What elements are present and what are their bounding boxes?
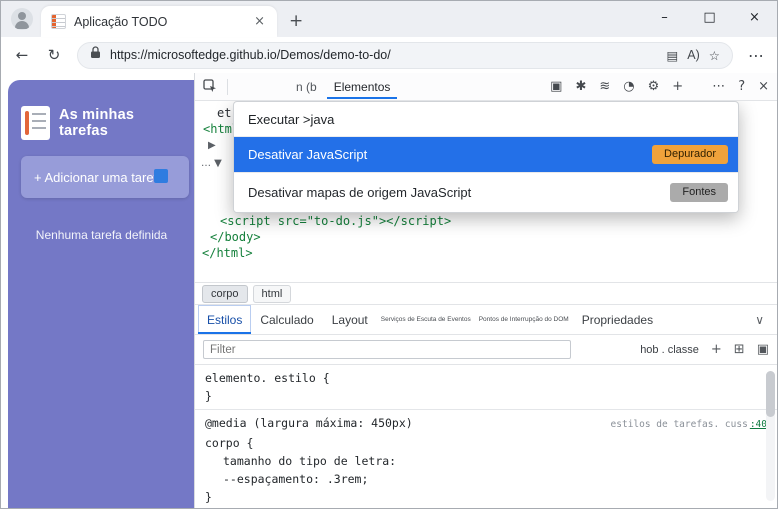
url-text[interactable]: https://microsoftedge.github.io/Demos/de… bbox=[110, 48, 657, 62]
new-style-rule-icon[interactable]: + bbox=[711, 342, 722, 357]
issues-icon[interactable]: ✱ bbox=[575, 80, 586, 93]
navigation-toolbar: ← ↻ https://microsoftedge.github.io/Demo… bbox=[1, 37, 777, 73]
css-property-spacing[interactable]: --espaçamento: .3rem; bbox=[195, 470, 777, 488]
avatar-head bbox=[18, 12, 26, 20]
command-menu: Executar >java Desativar JavaScript Depu… bbox=[233, 101, 739, 213]
styles-pane-tabs: Estilos Calculado Layout Serviços de Esc… bbox=[195, 305, 777, 335]
add-panel-icon[interactable]: + bbox=[672, 80, 683, 93]
stylesheet-source-link: estilos de tarefas. cuss :40 bbox=[611, 417, 767, 433]
app-title: As minhas tarefas bbox=[59, 107, 135, 139]
collapse-arrow-icon[interactable]: … ▼ bbox=[201, 158, 222, 169]
dom-node[interactable]: et bbox=[217, 106, 231, 120]
favorites-star-icon[interactable]: ☆ bbox=[709, 48, 720, 63]
devtools-toolbar-icons: ▣ ✱ ≋ ◔ ⚙ + ⋯ ? × bbox=[550, 80, 769, 93]
expand-arrow-icon[interactable]: ▶ bbox=[208, 140, 216, 151]
elements-tree: et <html ▶ … ▼ <script src="to-do.js"></… bbox=[195, 101, 777, 283]
stylesheet-file-name[interactable]: estilos de tarefas. cuss bbox=[611, 417, 748, 433]
command-item-disable-sourcemaps[interactable]: Desativar mapas de origem JavaScript Fon… bbox=[234, 172, 738, 212]
lock-icon[interactable] bbox=[90, 46, 101, 64]
inspect-marker-badge bbox=[154, 169, 168, 183]
toolbar-divider bbox=[227, 78, 228, 95]
styles-pane: elemento. estilo { } @media (largura máx… bbox=[195, 365, 777, 508]
network-conditions-icon[interactable]: ≋ bbox=[599, 80, 610, 93]
pseudo-class-toggle[interactable]: hob . classe bbox=[640, 344, 699, 356]
command-item-label: Desativar JavaScript bbox=[248, 147, 368, 162]
empty-tasks-message: Nenhuma tarefa definida bbox=[35, 228, 168, 242]
debugger-badge: Depurador bbox=[652, 145, 728, 164]
tab-dom-breakpoints[interactable]: Pontos de Interrupção do DOM bbox=[475, 305, 573, 334]
sources-badge: Fontes bbox=[670, 183, 728, 202]
media-query-text[interactable]: @media (largura máxima: 450px) bbox=[205, 415, 413, 431]
dom-node-body-close[interactable]: </body> bbox=[210, 230, 261, 244]
window-controls: – □ × bbox=[642, 1, 777, 33]
browser-window: Aplicação TODO × + – □ × ← ↻ https://mic… bbox=[0, 0, 778, 509]
stylesheet-line-link[interactable]: :40 bbox=[750, 417, 767, 433]
device-emulation-icon[interactable]: ▣ bbox=[550, 80, 562, 93]
dom-breadcrumb: corpo html bbox=[195, 283, 777, 305]
tab-favicon-icon bbox=[51, 14, 66, 29]
maximize-button[interactable]: □ bbox=[687, 1, 732, 33]
styles-scrollbar-thumb[interactable] bbox=[766, 371, 775, 417]
breadcrumb-item-corpo[interactable]: corpo bbox=[202, 284, 248, 303]
styles-filter-bar: hob . classe + ⊞ ▣ bbox=[195, 335, 777, 365]
css-property-font-size[interactable]: tamanho do tipo de letra: bbox=[195, 452, 777, 470]
read-aloud-icon[interactable]: A) bbox=[687, 48, 700, 62]
command-menu-input[interactable]: Executar >java bbox=[234, 102, 738, 137]
breadcrumb-item-html[interactable]: html bbox=[252, 284, 292, 303]
add-task-button[interactable]: + Adicionar uma tarefa bbox=[21, 156, 189, 198]
titlebar: Aplicação TODO × + – □ × bbox=[1, 1, 777, 37]
devtools-more-icon[interactable]: ⋯ bbox=[712, 80, 725, 93]
tab-layout[interactable]: Layout bbox=[323, 305, 377, 334]
dom-node-html-close[interactable]: </html> bbox=[202, 246, 253, 260]
styles-scrollbar bbox=[766, 371, 775, 501]
dom-node-script[interactable]: <script src="to-do.js"></script> bbox=[220, 214, 451, 228]
profile-avatar[interactable] bbox=[11, 8, 33, 30]
browser-menu-button[interactable]: ⋯ bbox=[743, 42, 769, 68]
tab-calculado[interactable]: Calculado bbox=[251, 305, 322, 334]
tab-propriedades[interactable]: Propriedades bbox=[573, 305, 662, 334]
chevron-down-icon[interactable]: ∨ bbox=[755, 313, 774, 327]
tab-event-listeners[interactable]: Serviços de Escuta de Eventos bbox=[377, 305, 475, 334]
devtools-panel: n (b Elementos ▣ ✱ ≋ ◔ ⚙ + ⋯ ? × et <htm… bbox=[194, 73, 777, 508]
clipboard-lines bbox=[32, 113, 46, 134]
sidebar-toggle-icon[interactable]: ▣ bbox=[757, 342, 769, 357]
corpo-close-brace[interactable]: } bbox=[195, 488, 777, 506]
media-rule-header: @media (largura máxima: 450px) estilos d… bbox=[195, 414, 777, 434]
todo-app-panel: As minhas tarefas + Adicionar uma tarefa… bbox=[1, 73, 194, 508]
help-icon[interactable]: ? bbox=[738, 80, 745, 93]
browser-tab[interactable]: Aplicação TODO × bbox=[41, 6, 277, 37]
element-style-close-brace[interactable]: } bbox=[195, 387, 777, 405]
clipboard-spine bbox=[25, 111, 29, 135]
inspect-element-icon[interactable] bbox=[203, 78, 217, 95]
rule-divider bbox=[195, 409, 777, 410]
new-tab-button[interactable]: + bbox=[289, 11, 303, 31]
add-task-label: + Adicionar uma tarefa bbox=[34, 169, 165, 185]
devtools-tabs-partial[interactable]: n (b bbox=[296, 80, 317, 94]
window-close-button[interactable]: × bbox=[732, 1, 777, 33]
devtools-toolbar: n (b Elementos ▣ ✱ ≋ ◔ ⚙ + ⋯ ? × bbox=[195, 73, 777, 101]
split-screen-icon[interactable]: ▤ bbox=[666, 48, 678, 63]
settings-gear-icon[interactable]: ⚙ bbox=[648, 80, 660, 93]
content-area: As minhas tarefas + Adicionar uma tarefa… bbox=[1, 73, 777, 508]
avatar-body bbox=[15, 21, 29, 29]
devtools-close-icon[interactable]: × bbox=[758, 80, 769, 93]
address-bar[interactable]: https://microsoftedge.github.io/Demos/de… bbox=[77, 41, 733, 69]
tab-close-icon[interactable]: × bbox=[252, 14, 267, 29]
clipboard-icon bbox=[21, 106, 50, 140]
tab-estilos[interactable]: Estilos bbox=[198, 305, 251, 334]
refresh-button[interactable]: ↻ bbox=[41, 42, 67, 68]
grid-toggle-icon[interactable]: ⊞ bbox=[734, 342, 745, 357]
command-item-label: Desativar mapas de origem JavaScript bbox=[248, 185, 472, 200]
tab-elementos[interactable]: Elementos bbox=[327, 74, 398, 99]
corpo-selector[interactable]: corpo { bbox=[195, 434, 777, 452]
todo-app-background: As minhas tarefas + Adicionar uma tarefa… bbox=[8, 80, 194, 508]
minimize-button[interactable]: – bbox=[642, 1, 687, 33]
tab-title: Aplicação TODO bbox=[74, 14, 168, 29]
back-button[interactable]: ← bbox=[9, 42, 35, 68]
app-header: As minhas tarefas bbox=[21, 106, 182, 140]
command-item-disable-javascript[interactable]: Desativar JavaScript Depurador bbox=[234, 137, 738, 172]
performance-icon[interactable]: ◔ bbox=[623, 80, 634, 93]
styles-filter-input[interactable] bbox=[203, 340, 571, 359]
element-style-selector[interactable]: elemento. estilo { bbox=[195, 369, 777, 387]
